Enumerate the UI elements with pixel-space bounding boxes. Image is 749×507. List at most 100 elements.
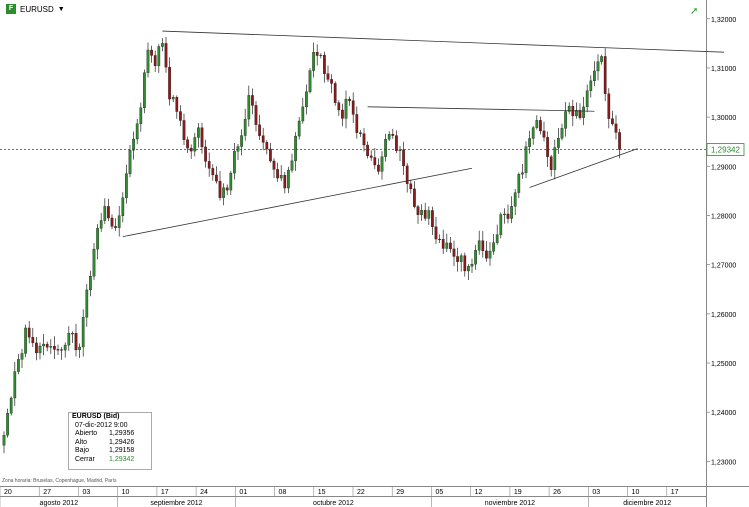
candle bbox=[488, 242, 492, 266]
candle bbox=[24, 324, 27, 358]
candle-body bbox=[355, 114, 359, 133]
candle-body bbox=[211, 168, 215, 176]
candle bbox=[283, 171, 287, 194]
candle-body bbox=[524, 146, 528, 173]
candle bbox=[344, 90, 348, 129]
candle-body bbox=[542, 130, 546, 138]
candle bbox=[114, 218, 117, 231]
candle-body bbox=[423, 210, 427, 219]
trend-arrow-icon[interactable]: ➚ bbox=[690, 6, 698, 17]
candle bbox=[225, 184, 229, 196]
candle bbox=[481, 231, 485, 258]
candle-body bbox=[53, 346, 56, 350]
candle bbox=[348, 96, 351, 106]
candle bbox=[38, 342, 42, 360]
x-day-label: 27 bbox=[43, 489, 51, 496]
candle bbox=[431, 206, 434, 236]
candle-body bbox=[618, 132, 621, 150]
candle-body bbox=[92, 248, 96, 277]
candle-body bbox=[553, 147, 557, 170]
candle-body bbox=[161, 43, 164, 47]
candle-body bbox=[607, 93, 611, 119]
candle-body bbox=[150, 49, 153, 56]
candle bbox=[305, 84, 308, 115]
candle bbox=[161, 38, 164, 52]
candle bbox=[441, 229, 445, 255]
candle bbox=[139, 102, 143, 132]
candle-body bbox=[99, 220, 103, 229]
candle-body bbox=[449, 242, 452, 250]
candle-body bbox=[373, 157, 377, 166]
symbol-header[interactable]: F EURUSD ▼ bbox=[6, 4, 65, 14]
candle-body bbox=[121, 197, 125, 216]
candle-body bbox=[182, 120, 186, 140]
candle bbox=[197, 123, 200, 148]
candle-body bbox=[128, 150, 132, 174]
candle bbox=[351, 92, 355, 124]
trendline-lower-left bbox=[122, 167, 473, 238]
candle bbox=[153, 50, 157, 72]
x-day-label: 19 bbox=[514, 489, 522, 496]
candle-body bbox=[344, 98, 348, 119]
candle bbox=[85, 284, 89, 327]
candle bbox=[380, 151, 384, 180]
x-day-label: 01 bbox=[239, 489, 247, 496]
ohlc-info-box: EURUSD (Bid) 07-dic-2012 9:00 Abierto 1,2… bbox=[68, 412, 152, 470]
candle-body bbox=[135, 123, 139, 140]
candle-body bbox=[582, 106, 585, 118]
y-tick-label: 1,30000 bbox=[711, 115, 736, 122]
info-row-low: Bajo 1,29158 bbox=[75, 447, 135, 454]
candle-body bbox=[233, 151, 236, 174]
candle-body bbox=[31, 337, 35, 344]
candle-body bbox=[477, 240, 481, 251]
candle-body bbox=[467, 266, 470, 272]
candle bbox=[6, 408, 9, 438]
candle bbox=[542, 121, 546, 142]
candle-body bbox=[470, 263, 474, 267]
candle-body bbox=[89, 276, 92, 291]
candle bbox=[402, 141, 405, 175]
candle-body bbox=[596, 61, 600, 72]
candle bbox=[391, 128, 395, 139]
candle bbox=[362, 128, 366, 152]
candle bbox=[467, 264, 470, 281]
candle-body bbox=[330, 79, 333, 84]
candle bbox=[96, 223, 99, 260]
candle bbox=[384, 133, 387, 162]
trendlines-group bbox=[122, 30, 725, 238]
candle-body bbox=[9, 397, 13, 414]
candle bbox=[603, 48, 607, 102]
candle-body bbox=[402, 149, 405, 167]
candle bbox=[614, 115, 618, 140]
candle bbox=[254, 101, 258, 132]
candle-body bbox=[204, 146, 207, 162]
candle-body bbox=[114, 226, 117, 228]
candle-body bbox=[157, 46, 161, 67]
candle-body bbox=[488, 251, 492, 259]
chevron-down-icon[interactable]: ▼ bbox=[58, 6, 65, 13]
candle bbox=[589, 75, 593, 98]
candle bbox=[53, 336, 56, 359]
candle-body bbox=[585, 90, 589, 108]
candle bbox=[247, 85, 251, 127]
candle-body bbox=[290, 160, 294, 171]
candle bbox=[135, 118, 139, 145]
candle bbox=[157, 44, 161, 73]
candle-body bbox=[63, 344, 67, 351]
candle-body bbox=[171, 97, 175, 100]
candle-body bbox=[395, 135, 398, 151]
candle-body bbox=[539, 120, 542, 132]
candle-body bbox=[312, 52, 315, 71]
candle bbox=[211, 164, 215, 181]
candle bbox=[92, 242, 96, 280]
candle-body bbox=[593, 70, 596, 82]
trendline-upper bbox=[162, 30, 725, 53]
candle bbox=[186, 136, 189, 153]
candle bbox=[341, 103, 344, 127]
candle-body bbox=[441, 239, 445, 249]
candle-body bbox=[359, 132, 362, 134]
candle-body bbox=[474, 250, 477, 265]
y-tick-label: 1,25000 bbox=[711, 361, 736, 368]
candle bbox=[456, 247, 459, 272]
candle bbox=[265, 140, 269, 155]
